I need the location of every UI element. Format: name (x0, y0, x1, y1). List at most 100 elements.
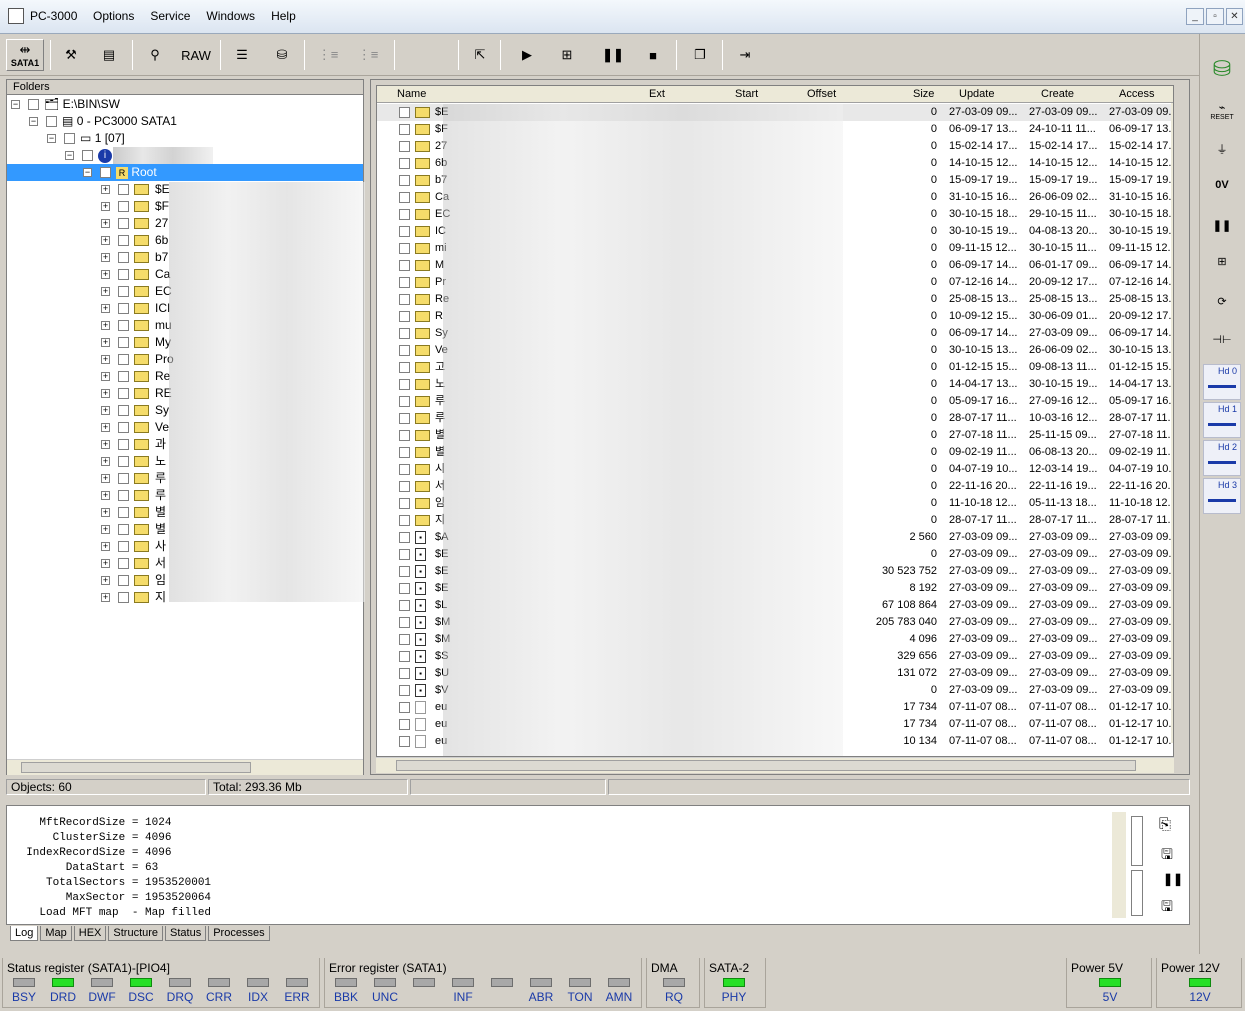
row-checkbox[interactable] (399, 191, 410, 203)
tab-log[interactable]: Log (10, 926, 39, 941)
checkbox[interactable] (118, 286, 129, 298)
tree-folder-item[interactable]: + mu (101, 317, 172, 334)
refresh-icon[interactable]: ⟳ (1206, 286, 1238, 316)
folders-hscroll[interactable] (7, 759, 363, 775)
col-create[interactable]: Create (1041, 88, 1074, 100)
checkbox[interactable] (118, 473, 129, 485)
tab-map[interactable]: Map (40, 926, 72, 941)
log-pause-icon[interactable]: ❚❚ (1163, 872, 1183, 886)
expand-icon[interactable]: + (101, 355, 110, 365)
expand-icon[interactable]: + (101, 389, 110, 399)
close-button[interactable]: ✕ (1226, 8, 1243, 25)
row-checkbox[interactable] (399, 429, 410, 441)
row-checkbox[interactable] (399, 480, 410, 492)
row-checkbox[interactable] (399, 497, 410, 509)
tree-folder-item[interactable]: + 루 (101, 487, 166, 504)
tree-folder-item[interactable]: + Re (101, 368, 170, 385)
stop-icon[interactable]: ■ (640, 39, 666, 71)
row-checkbox[interactable] (399, 276, 410, 288)
checkbox[interactable] (118, 422, 129, 434)
expand-icon[interactable]: + (101, 576, 110, 586)
tree-folder-item[interactable]: + Sy (101, 402, 169, 419)
row-checkbox[interactable] (399, 701, 410, 713)
tools-icon[interactable]: ⚒ (58, 39, 84, 71)
col-update[interactable]: Update (959, 88, 994, 100)
minimize-button[interactable]: _ (1186, 8, 1204, 25)
col-start[interactable]: Start (735, 88, 758, 100)
voltage-icon[interactable]: 0V (1206, 170, 1238, 200)
database-icon[interactable]: ⛁ (1206, 54, 1238, 84)
tree-node-root[interactable]: − R Root (7, 164, 363, 181)
row-checkbox[interactable] (399, 259, 410, 271)
expand-icon[interactable]: + (101, 457, 110, 467)
row-checkbox[interactable] (399, 225, 410, 237)
log-save-icon[interactable]: 🖫 (1161, 844, 1173, 868)
stack-icon[interactable]: ☰ (228, 39, 256, 71)
checkbox[interactable] (118, 235, 129, 247)
row-checkbox[interactable] (399, 106, 410, 118)
expand-icon[interactable]: + (101, 321, 110, 331)
export-icon[interactable]: ⇱ (466, 39, 494, 71)
col-name[interactable]: Name (397, 88, 426, 100)
row-checkbox[interactable] (399, 616, 410, 628)
expand-icon[interactable]: + (101, 202, 110, 212)
tree-icon[interactable]: ⋮≡ (312, 39, 344, 71)
expand-icon[interactable]: + (101, 559, 110, 569)
tree-node-device[interactable]: − ▤ 0 - PC3000 SATA1 (29, 113, 177, 130)
network-icon[interactable]: ⊞ (550, 39, 584, 71)
expand-icon[interactable]: + (101, 219, 110, 229)
connector-icon[interactable]: ⊣⊢ (1206, 324, 1238, 354)
tree-expand-icon[interactable]: ⋮≡ (350, 39, 386, 71)
checkbox[interactable] (118, 269, 129, 281)
log-level-slider-2[interactable] (1131, 870, 1143, 916)
drive-icon[interactable]: ⛁ (268, 39, 296, 71)
tree-folder-item[interactable]: + $F (101, 198, 169, 215)
menu-options[interactable]: Options (93, 9, 134, 23)
binoculars-icon[interactable]: ⚲ (142, 39, 168, 71)
tree-folder-item[interactable]: + 별 (101, 504, 166, 521)
expand-icon[interactable]: + (101, 423, 110, 433)
row-checkbox[interactable] (399, 650, 410, 662)
board-icon[interactable]: ⊞ (1206, 246, 1238, 276)
checkbox[interactable] (118, 388, 129, 400)
exit-icon[interactable]: ⇥ (730, 39, 760, 71)
restore-button[interactable]: ▫ (1206, 8, 1224, 25)
tree-folder-item[interactable]: + 별 (101, 521, 166, 538)
checkbox[interactable] (118, 507, 129, 519)
checkbox[interactable] (118, 405, 129, 417)
row-checkbox[interactable] (399, 361, 410, 373)
row-checkbox[interactable] (399, 208, 410, 220)
checkbox[interactable] (118, 575, 129, 587)
hd3-button[interactable]: Hd 3 (1203, 478, 1241, 514)
row-checkbox[interactable] (399, 157, 410, 169)
row-checkbox[interactable] (399, 463, 410, 475)
checkbox[interactable] (118, 524, 129, 536)
checkbox[interactable] (118, 456, 129, 468)
row-checkbox[interactable] (399, 395, 410, 407)
tab-status[interactable]: Status (165, 926, 207, 941)
row-checkbox[interactable] (399, 293, 410, 305)
row-checkbox[interactable] (399, 378, 410, 390)
row-checkbox[interactable] (399, 344, 410, 356)
expand-icon[interactable]: + (101, 406, 110, 416)
tree-folder-item[interactable]: + Ve (101, 419, 169, 436)
row-checkbox[interactable] (399, 684, 410, 696)
tree-node-path[interactable]: − 🗂 E:\BIN\SW (11, 96, 120, 113)
checkbox[interactable] (118, 320, 129, 332)
tree-folder-item[interactable]: + 과 (101, 436, 166, 453)
tree-node-info[interactable]: − i (65, 147, 213, 164)
log-save-as-icon[interactable]: 🖫 (1161, 896, 1173, 920)
row-checkbox[interactable] (399, 140, 410, 152)
row-checkbox[interactable] (399, 310, 410, 322)
col-size[interactable]: Size (913, 88, 934, 100)
tree-folder-item[interactable]: +6b (101, 232, 168, 249)
copy-icon[interactable]: ❐ (686, 39, 714, 71)
row-checkbox[interactable] (399, 123, 410, 135)
expand-icon[interactable]: + (101, 185, 110, 195)
row-checkbox[interactable] (399, 565, 410, 577)
tree-folder-item[interactable]: + $E (101, 181, 170, 198)
menu-help[interactable]: Help (271, 9, 296, 23)
pause-icon[interactable]: ❚❚ (600, 39, 626, 71)
row-checkbox[interactable] (399, 667, 410, 679)
expand-icon[interactable]: + (101, 542, 110, 552)
